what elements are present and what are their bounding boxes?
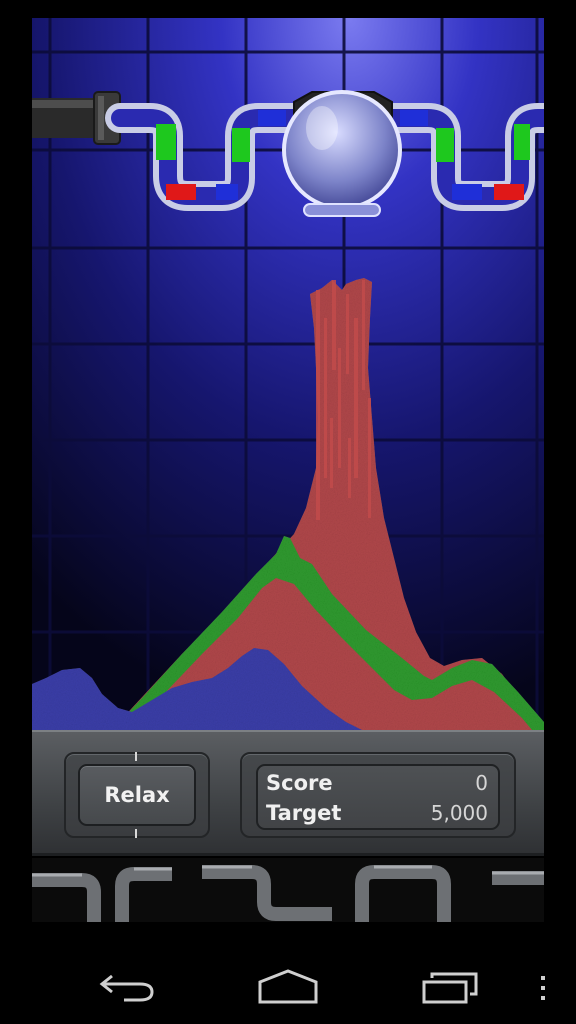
red-segment [166, 184, 196, 200]
blue-segment [452, 184, 482, 200]
overflow-menu-icon[interactable] [538, 974, 548, 1002]
blue-segment [400, 110, 428, 126]
recent-apps-icon[interactable] [420, 970, 480, 1004]
target-row: Target 5,000 [266, 798, 488, 828]
score-box: Score 0 Target 5,000 [256, 764, 500, 830]
back-arrow-icon[interactable] [98, 970, 156, 1002]
score-value: 0 [475, 771, 488, 795]
playfield-canvas[interactable] [32, 18, 544, 730]
blue-segment [258, 110, 286, 126]
tick-mark-bottom [135, 829, 137, 838]
relax-button[interactable]: Relax [78, 764, 196, 826]
score-panel: Score 0 Target 5,000 [240, 752, 516, 838]
red-segment [494, 184, 524, 200]
target-value: 5,000 [430, 801, 488, 825]
score-label: Score [266, 771, 333, 795]
home-icon[interactable] [256, 968, 320, 1004]
green-segment [436, 128, 454, 162]
score-row: Score 0 [266, 768, 488, 798]
tick-mark-top [135, 752, 137, 761]
system-navigation-bar [0, 940, 576, 1024]
green-segment [514, 124, 530, 160]
blue-segment [216, 184, 238, 200]
target-label: Target [266, 801, 342, 825]
bulb-nozzle [303, 203, 381, 217]
green-segment [156, 124, 176, 160]
green-segment [232, 128, 250, 162]
relax-panel: Relax [64, 752, 210, 838]
pipe-decoration-strip [32, 858, 544, 922]
hud-panel: Relax Score 0 Target 5,000 [32, 730, 544, 856]
game-playfield[interactable] [32, 18, 544, 730]
